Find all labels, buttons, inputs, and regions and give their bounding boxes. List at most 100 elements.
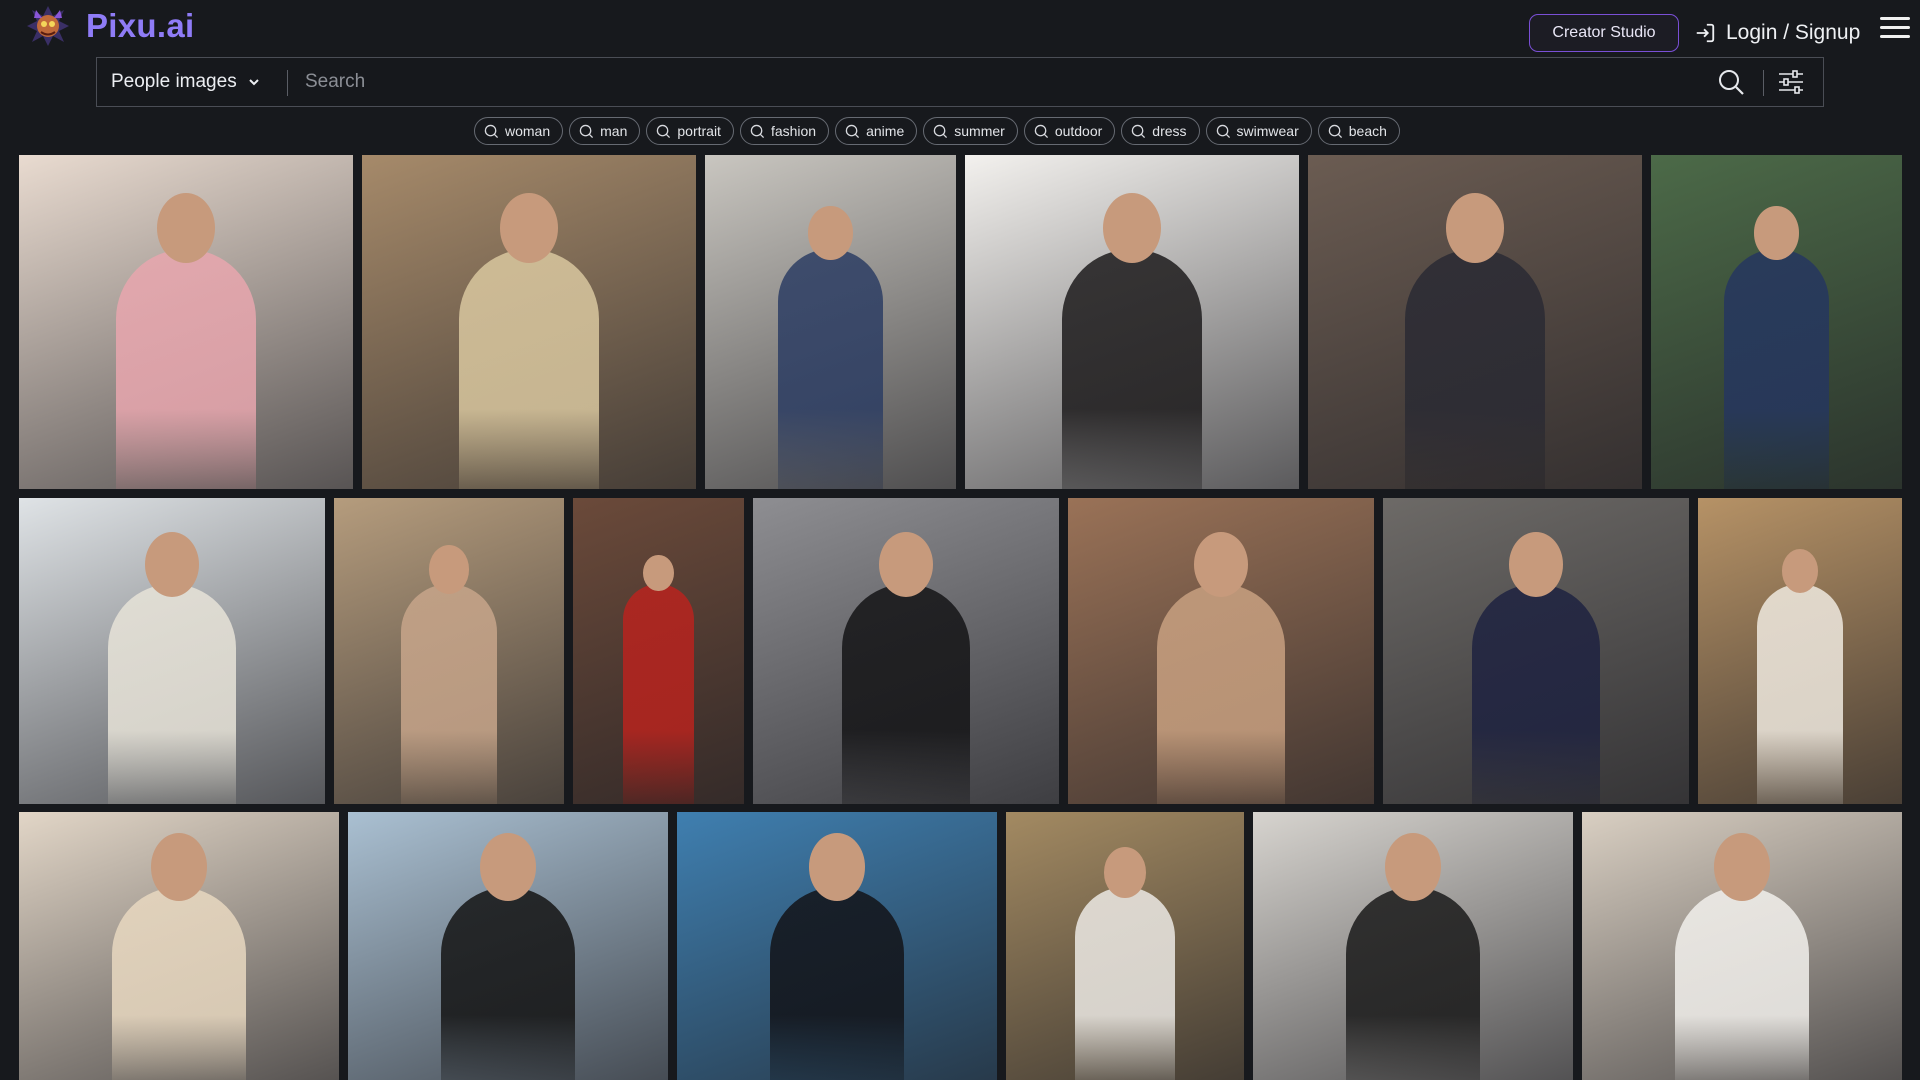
login-signup-label: Login / Signup xyxy=(1726,21,1861,44)
search-divider xyxy=(287,70,288,96)
figure-silhouette xyxy=(111,887,247,1080)
search-icon xyxy=(845,124,860,138)
tag-chip-summer[interactable]: summer xyxy=(923,117,1018,145)
figure-silhouette xyxy=(1723,248,1830,489)
tag-chip-label: swimwear xyxy=(1236,123,1299,139)
figure-head xyxy=(1194,532,1248,598)
tag-chip-label: dress xyxy=(1152,123,1187,139)
figure-silhouette xyxy=(1674,887,1810,1080)
figure-silhouette xyxy=(1345,887,1481,1080)
tag-chip-label: outdoor xyxy=(1054,123,1103,139)
figure-silhouette xyxy=(400,583,498,804)
app-root: Pixu.ai Creator Studio Login / Signup Pe… xyxy=(0,0,1920,1080)
search-icon xyxy=(657,124,671,138)
figure-head xyxy=(145,532,199,598)
figure-silhouette xyxy=(777,248,884,489)
figure-head xyxy=(499,192,559,264)
figure-silhouette xyxy=(622,583,695,804)
search-icon[interactable] xyxy=(1717,68,1745,96)
figure-head xyxy=(1754,206,1799,260)
figure-head xyxy=(1509,532,1563,598)
gallery-image-woman-floral-dress-brick-alley[interactable] xyxy=(1308,155,1642,489)
tag-chip-woman[interactable]: woman xyxy=(474,117,564,145)
search-icon xyxy=(1132,124,1146,138)
hamburger-menu-icon[interactable] xyxy=(1880,17,1910,39)
figure-head xyxy=(428,545,470,594)
tag-chip-label: man xyxy=(600,123,628,139)
gallery-image-anime-redhead-red-dress[interactable] xyxy=(573,498,744,804)
figure-head xyxy=(879,532,933,598)
gallery-image-woman-white-tank-window[interactable] xyxy=(1582,812,1902,1080)
search-icon xyxy=(579,124,594,138)
gallery-image-woman-navy-swimsuit-grey-wall[interactable] xyxy=(1383,498,1689,804)
gallery-image-woman-cream-dress-kitchen[interactable] xyxy=(19,812,339,1080)
figure-head xyxy=(479,833,537,902)
figure-silhouette xyxy=(841,583,971,804)
search-bar: People images xyxy=(96,57,1824,107)
filter-sliders-icon[interactable] xyxy=(1777,68,1805,96)
figure-head xyxy=(1445,192,1505,264)
top-bar: Pixu.ai Creator Studio Login / Signup xyxy=(0,0,1920,56)
gallery-image-woman-mirror-selfie-black-top[interactable] xyxy=(1253,812,1573,1080)
figure-silhouette xyxy=(107,583,237,804)
figure-head xyxy=(1782,549,1818,593)
gallery-image-woman-navy-bikini-window[interactable] xyxy=(705,155,956,489)
figure-head xyxy=(643,555,674,592)
tag-chip-fashion[interactable]: fashion xyxy=(739,117,830,145)
login-icon xyxy=(1696,23,1715,43)
search-input[interactable] xyxy=(305,64,1665,100)
gallery-image-woman-draped-cream-shawl[interactable] xyxy=(362,155,696,489)
gallery-image-woman-hat-bikini-shadow[interactable] xyxy=(334,498,564,804)
gallery-image-woman-black-hat-dress-mountains[interactable] xyxy=(677,812,997,1080)
tag-chip-label: woman xyxy=(505,123,551,139)
tag-chip-dress[interactable]: dress xyxy=(1121,117,1200,145)
tag-chip-man[interactable]: man xyxy=(569,117,641,145)
gallery-image-woman-blue-lace-garden[interactable] xyxy=(1651,155,1902,489)
figure-head xyxy=(808,833,866,902)
tag-chip-row: woman man portrait fashion anime summer outdoo… xyxy=(474,117,1400,145)
gallery-image-woman-braids-black-swimsuit-beach[interactable] xyxy=(348,812,668,1080)
figure-silhouette xyxy=(1471,583,1601,804)
gallery-image-woman-pink-lingerie-bed[interactable] xyxy=(19,155,353,489)
tag-chip-label: fashion xyxy=(770,123,817,139)
login-signup-link[interactable]: Login / Signup xyxy=(1694,18,1860,48)
gallery-image-woman-black-bodysuit-white-backdrop[interactable] xyxy=(965,155,1299,489)
search-icon xyxy=(484,124,499,138)
figure-silhouette xyxy=(115,248,257,489)
search-icon xyxy=(934,124,948,138)
search-icon xyxy=(1034,124,1048,138)
figure-head xyxy=(150,833,208,902)
gallery-image-woman-white-halter-dress-sofa[interactable] xyxy=(1698,498,1902,804)
brand-logo-icon[interactable] xyxy=(26,4,70,48)
search-icon xyxy=(1328,124,1342,138)
search-divider-right xyxy=(1763,70,1764,96)
figure-head xyxy=(1384,833,1442,902)
figure-silhouette xyxy=(440,887,576,1080)
figure-head xyxy=(808,206,853,260)
figure-silhouette xyxy=(458,248,600,489)
creator-studio-button[interactable]: Creator Studio xyxy=(1529,14,1679,52)
tag-chip-anime[interactable]: anime xyxy=(835,117,918,145)
figure-silhouette xyxy=(1061,248,1203,489)
tag-chip-label: portrait xyxy=(677,123,721,139)
search-icon xyxy=(750,124,765,138)
tag-chip-swimwear[interactable]: swimwear xyxy=(1205,117,1312,145)
tag-chip-outdoor[interactable]: outdoor xyxy=(1023,117,1116,145)
gallery-image-woman-knit-cardigan-window[interactable] xyxy=(19,498,325,804)
figure-silhouette xyxy=(1404,248,1546,489)
figure-silhouette xyxy=(769,887,905,1080)
gallery-image-woman-black-lingerie-studio[interactable] xyxy=(753,498,1059,804)
figure-silhouette xyxy=(1075,887,1175,1080)
figure-silhouette xyxy=(1156,583,1286,804)
tag-chip-portrait[interactable]: portrait xyxy=(646,117,734,145)
tag-chip-label: summer xyxy=(954,123,1005,139)
figure-silhouette xyxy=(1757,583,1843,804)
category-dropdown[interactable]: People images xyxy=(111,58,261,106)
gallery-image-woman-beige-swimsuit-sauna[interactable] xyxy=(1068,498,1374,804)
gallery-image-woman-white-bodysuit-field[interactable] xyxy=(1006,812,1244,1080)
tag-chip-beach[interactable]: beach xyxy=(1317,117,1400,145)
brand-name[interactable]: Pixu.ai xyxy=(86,7,194,45)
tag-chip-label: anime xyxy=(866,123,905,139)
figure-head xyxy=(1713,833,1771,902)
figure-head xyxy=(1102,192,1162,264)
